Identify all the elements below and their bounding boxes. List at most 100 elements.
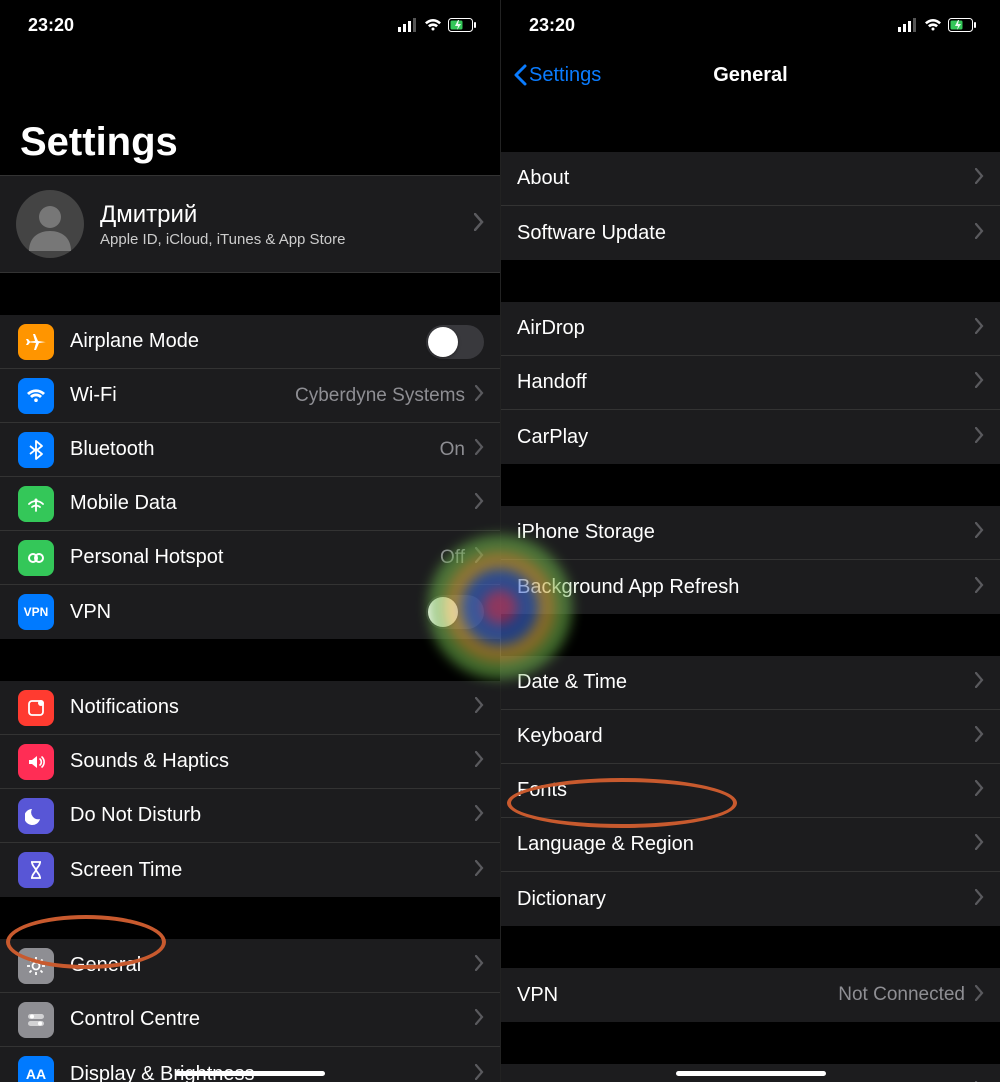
chevron-right-icon [475, 492, 484, 515]
row-bg-refresh[interactable]: Background App Refresh [501, 560, 1000, 614]
chevron-right-icon [975, 671, 984, 694]
group-notifications: Notifications Sounds & Haptics Do Not Di… [0, 681, 500, 897]
row-airdrop[interactable]: AirDrop [501, 302, 1000, 356]
sounds-label: Sounds & Haptics [70, 750, 469, 773]
chevron-right-icon [975, 426, 984, 449]
battery-icon [448, 18, 476, 32]
date-label: Date & Time [517, 671, 969, 694]
row-dnd[interactable]: Do Not Disturb [0, 789, 500, 843]
row-vpn[interactable]: VPN Not Connected [501, 968, 1000, 1022]
general-label: General [70, 954, 469, 977]
group-date: Date & Time Keyboard Fonts Language & Re… [501, 656, 1000, 926]
battery-icon [948, 18, 976, 32]
row-general[interactable]: General [0, 939, 500, 993]
carplay-label: CarPlay [517, 426, 969, 449]
moon-icon [18, 798, 54, 834]
phone-general: 23:20 Settings General About Software Up… [500, 0, 1000, 1082]
row-language-region[interactable]: Language & Region [501, 818, 1000, 872]
account-name: Дмитрий [100, 201, 474, 229]
account-sub: Apple ID, iCloud, iTunes & App Store [100, 231, 474, 248]
status-icons [898, 18, 976, 32]
storage-label: iPhone Storage [517, 521, 969, 544]
back-label: Settings [529, 64, 601, 87]
wifi-value: Cyberdyne Systems [295, 385, 465, 407]
handoff-label: Handoff [517, 371, 969, 394]
dnd-label: Do Not Disturb [70, 804, 469, 827]
about-label: About [517, 167, 969, 190]
group-general: General Control Centre AA Display & Brig… [0, 939, 500, 1082]
cellular-icon [898, 18, 918, 32]
row-vpn[interactable]: VPN VPN [0, 585, 500, 639]
bluetooth-label: Bluetooth [70, 438, 440, 461]
page-title: Settings [0, 50, 500, 175]
row-airplane[interactable]: Airplane Mode [0, 315, 500, 369]
hotspot-icon [18, 540, 54, 576]
status-bar: 23:20 [0, 0, 500, 50]
row-storage[interactable]: iPhone Storage [501, 506, 1000, 560]
row-bluetooth[interactable]: Bluetooth On [0, 423, 500, 477]
status-bar: 23:20 [501, 0, 1000, 50]
home-indicator[interactable] [175, 1071, 325, 1076]
row-date-time[interactable]: Date & Time [501, 656, 1000, 710]
group-connectivity: Airplane Mode Wi-Fi Cyberdyne Systems Bl… [0, 315, 500, 639]
chevron-right-icon [475, 1063, 484, 1082]
control-centre-label: Control Centre [70, 1008, 469, 1031]
row-sounds[interactable]: Sounds & Haptics [0, 735, 500, 789]
toggles-icon [18, 1002, 54, 1038]
airplane-toggle[interactable] [426, 325, 484, 359]
vpn-label: VPN [70, 601, 426, 624]
wifi-icon [18, 378, 54, 414]
row-screentime[interactable]: Screen Time [0, 843, 500, 897]
row-fonts[interactable]: Fonts [501, 764, 1000, 818]
group-vpn: VPN Not Connected [501, 968, 1000, 1022]
status-icons [398, 18, 476, 32]
status-time: 23:20 [529, 15, 575, 36]
chevron-right-icon [475, 384, 484, 407]
nav-bar: Settings General [501, 50, 1000, 100]
chevron-right-icon [475, 546, 484, 569]
home-indicator[interactable] [676, 1071, 826, 1076]
row-wifi[interactable]: Wi-Fi Cyberdyne Systems [0, 369, 500, 423]
account-row[interactable]: Дмитрий Apple ID, iCloud, iTunes & App S… [0, 175, 500, 273]
chevron-right-icon [975, 888, 984, 911]
vpn-icon: VPN [18, 594, 54, 630]
wifi-icon [924, 18, 942, 32]
group-storage: iPhone Storage Background App Refresh [501, 506, 1000, 614]
wifi-icon [424, 18, 442, 32]
row-carplay[interactable]: CarPlay [501, 410, 1000, 464]
chevron-right-icon [475, 438, 484, 461]
chevron-right-icon [475, 954, 484, 977]
row-keyboard[interactable]: Keyboard [501, 710, 1000, 764]
airdrop-label: AirDrop [517, 317, 969, 340]
row-software-update[interactable]: Software Update [501, 206, 1000, 260]
chevron-right-icon [475, 804, 484, 827]
row-mobile-data[interactable]: Mobile Data [0, 477, 500, 531]
cellular-icon [398, 18, 418, 32]
row-notifications[interactable]: Notifications [0, 681, 500, 735]
vpn-value: Not Connected [838, 984, 965, 1006]
chevron-right-icon [975, 576, 984, 599]
fonts-label: Fonts [517, 779, 969, 802]
chevron-right-icon [474, 213, 484, 236]
row-hotspot[interactable]: Personal Hotspot Off [0, 531, 500, 585]
chevron-right-icon [975, 317, 984, 340]
row-control-centre[interactable]: Control Centre [0, 993, 500, 1047]
row-display[interactable]: AA Display & Brightness [0, 1047, 500, 1082]
language-label: Language & Region [517, 833, 969, 856]
chevron-right-icon [975, 833, 984, 856]
airplane-icon [18, 324, 54, 360]
airplane-label: Airplane Mode [70, 330, 426, 353]
back-button[interactable]: Settings [513, 64, 601, 87]
row-about[interactable]: About [501, 152, 1000, 206]
row-dictionary[interactable]: Dictionary [501, 872, 1000, 926]
sounds-icon [18, 744, 54, 780]
chevron-right-icon [975, 371, 984, 394]
chevron-right-icon [475, 1008, 484, 1031]
row-handoff[interactable]: Handoff [501, 356, 1000, 410]
wifi-label: Wi-Fi [70, 384, 295, 407]
group-airdrop: AirDrop Handoff CarPlay [501, 302, 1000, 464]
bg-refresh-label: Background App Refresh [517, 576, 969, 599]
dictionary-label: Dictionary [517, 888, 969, 911]
phone-settings: 23:20 Settings Дмитрий Apple ID, iCloud,… [0, 0, 500, 1082]
vpn-toggle[interactable] [426, 595, 484, 629]
